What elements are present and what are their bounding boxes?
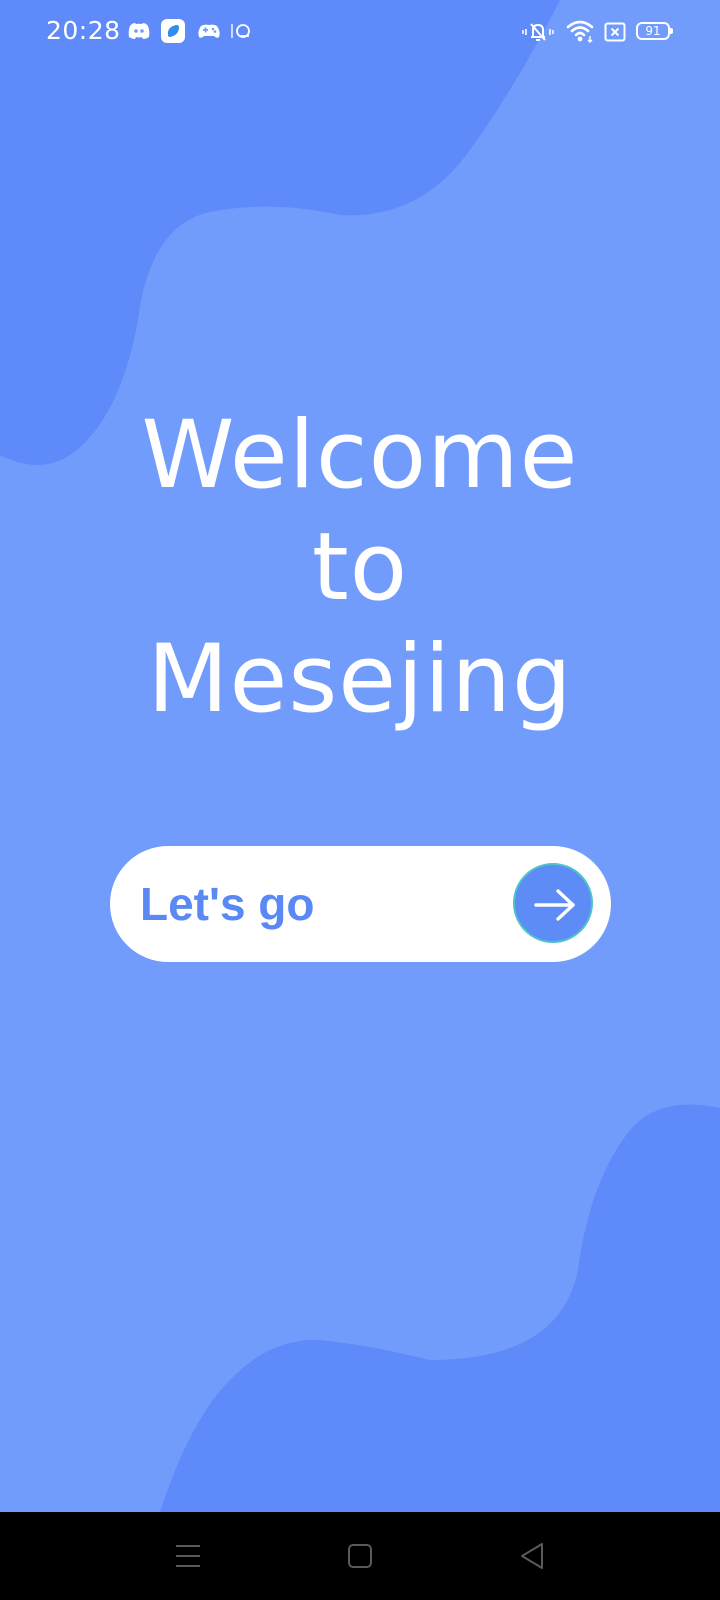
welcome-heading: Welcome to Mesejing [0,400,720,736]
status-time: 20:28 [46,16,121,45]
welcome-line-3: Mesejing [147,625,573,734]
lets-go-label: Let's go [140,878,315,930]
recents-menu-icon[interactable] [164,1532,212,1580]
background-blobs [0,0,720,1512]
gamepad-icon [196,18,222,49]
arrow-right-icon[interactable] [513,863,593,943]
navigation-bar [0,1512,720,1600]
top-left-blob [0,0,560,465]
wifi-icon [566,18,596,49]
sim-disabled-icon [604,22,626,47]
welcome-line-2: to [311,513,409,622]
home-icon[interactable] [336,1532,384,1580]
lets-go-button[interactable]: Let's go [110,846,611,962]
shield-app-icon [160,18,186,49]
back-icon[interactable] [508,1532,556,1580]
welcome-line-1: Welcome [141,401,579,510]
battery-icon: 91 [636,22,673,40]
silent-mode-icon [522,20,554,49]
sticker-icon [230,20,252,47]
bottom-right-blob [160,1104,720,1512]
welcome-screen [0,0,720,1512]
status-bar: 20:28 91 [0,0,720,64]
discord-icon [126,18,152,49]
